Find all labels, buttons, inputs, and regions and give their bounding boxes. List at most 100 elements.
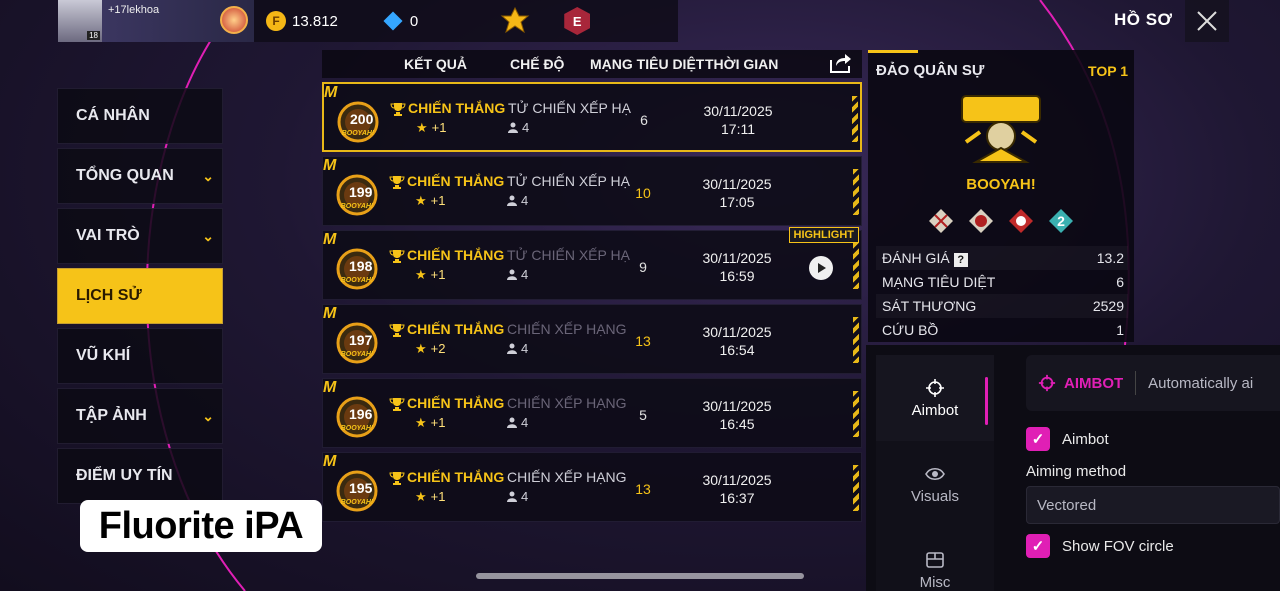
- match-clock: 16:45: [719, 416, 755, 432]
- squad-count: 4: [521, 267, 529, 282]
- star-icon: ★: [415, 193, 427, 208]
- match-mode: TỬ CHIẾN XẾP HẠ: [507, 173, 630, 189]
- close-icon: [1197, 11, 1217, 31]
- aiming-method-label: Aiming method: [1026, 463, 1127, 480]
- highlight-badge[interactable]: HIGHLIGHT: [788, 227, 859, 243]
- trophy-icon: [389, 176, 405, 189]
- match-result: CHIẾN THẮNG: [407, 247, 505, 263]
- share-icon[interactable]: [828, 52, 852, 74]
- award-badge-icon: [969, 209, 993, 233]
- row-stripe: [853, 465, 859, 511]
- match-number: 197: [349, 332, 373, 348]
- squad-size: 4: [507, 267, 528, 282]
- booyah-label: BOOYAH!: [966, 176, 1036, 193]
- rank-e-icon[interactable]: E: [564, 7, 591, 35]
- match-mode: TỬ CHIẾN XẾP HẠ: [508, 100, 631, 116]
- match-mode: CHIẾN XẾP HẠNG: [507, 395, 627, 411]
- sidebar-item-personal[interactable]: CÁ NHÂN: [57, 88, 223, 144]
- squad-count: 4: [521, 489, 529, 504]
- match-detail-panel: ĐẢO QUÂN SỰ TOP 1 BOOYAH! 2 ĐÁNH GIÁ? 13…: [868, 50, 1134, 342]
- fov-circle-toggle[interactable]: ✓ Show FOV circle: [1026, 534, 1280, 558]
- match-result: CHIẾN THẮNG: [407, 469, 505, 485]
- match-clock: 17:05: [719, 194, 755, 210]
- match-stats: ĐÁNH GIÁ? 13.2 MẠNG TIÊU DIỆT 6 SÁT THƯƠ…: [876, 246, 1128, 342]
- match-row[interactable]: M 199 BOOYAH! CHIẾN THẮNG ★ +1 TỬ CHIẾN X…: [322, 156, 862, 226]
- sidebar-item-label: TẬP ẢNH: [76, 407, 147, 424]
- match-result: CHIẾN THẮNG: [407, 173, 505, 189]
- tab-aimbot[interactable]: Aimbot: [876, 355, 994, 441]
- section-title: AIMBOT: [1064, 374, 1124, 392]
- star-change: +2: [430, 341, 446, 356]
- checkbox-checked-icon[interactable]: ✓: [1026, 427, 1050, 451]
- match-clock: 16:37: [719, 490, 755, 506]
- match-time: 30/11/2025 16:54: [689, 323, 785, 359]
- sidebar-item-label: VAI TRÒ: [76, 227, 140, 244]
- play-icon[interactable]: [809, 256, 833, 280]
- match-kills: 13: [635, 333, 651, 349]
- star-icon: ★: [415, 415, 427, 430]
- star-change: +1: [431, 120, 447, 135]
- row-stripe: [853, 317, 859, 363]
- help-icon[interactable]: ?: [953, 252, 968, 267]
- match-time: 30/11/2025 16:59: [689, 249, 785, 285]
- stat-row-kills: MẠNG TIÊU DIỆT 6: [876, 270, 1128, 294]
- sidebar-item-overview[interactable]: TỔNG QUAN ⌄: [57, 148, 223, 204]
- tab-label: Misc: [919, 573, 951, 591]
- sidebar-item-history[interactable]: LỊCH SỬ: [57, 268, 223, 324]
- match-row[interactable]: M 197 BOOYAH! CHIẾN THẮNG ★ +2 CHIẾN XẾP …: [322, 304, 862, 374]
- player-level: 18: [87, 31, 100, 40]
- gold-coin-icon: F: [266, 11, 286, 31]
- chevron-down-icon: ⌄: [202, 407, 214, 424]
- top-bar: 18 +17lekhoa F 13.812 0 E: [58, 0, 678, 42]
- match-number: 196: [349, 406, 373, 422]
- home-indicator[interactable]: [476, 573, 804, 579]
- sidebar-item-label: ĐIỂM UY TÍN: [76, 467, 173, 484]
- award-row: 2: [928, 208, 1074, 234]
- award-badge-icon: [929, 209, 953, 233]
- tab-misc[interactable]: Misc: [876, 527, 994, 591]
- person-icon: [507, 417, 517, 428]
- person-icon: [507, 491, 517, 502]
- person-icon: [507, 195, 517, 206]
- star-change: +1: [430, 267, 446, 282]
- tab-visuals[interactable]: Visuals: [876, 441, 994, 527]
- trophy-icon: [390, 103, 406, 116]
- stat-value: 6: [1116, 274, 1124, 290]
- match-date: 30/11/2025: [703, 103, 773, 119]
- aiming-method-select[interactable]: Vectored: [1026, 486, 1280, 524]
- match-clock: 16:54: [719, 342, 755, 358]
- tab-label: Visuals: [910, 487, 960, 505]
- aimbot-toggle[interactable]: ✓ Aimbot: [1026, 427, 1280, 451]
- sidebar-item-reputation[interactable]: ĐIỂM UY TÍN: [57, 448, 223, 504]
- rank-stars: ★ +1: [416, 120, 446, 136]
- trophy-icon: [389, 472, 405, 485]
- stat-label: MẠNG TIÊU DIỆT: [882, 274, 996, 290]
- medal-caption: BOOYAH!: [340, 277, 374, 284]
- player-card[interactable]: +17lekhoa: [102, 0, 254, 42]
- match-row[interactable]: M 196 BOOYAH! CHIẾN THẮNG ★ +1 CHIẾN XẾP …: [322, 378, 862, 448]
- match-row[interactable]: M 200 BOOYAH! CHIẾN THẮNG ★ +1 TỬ CHIẾN X…: [322, 82, 862, 152]
- close-button[interactable]: [1185, 0, 1229, 42]
- row-stripe: [853, 243, 859, 289]
- booyah-trophy-icon: [961, 95, 1041, 163]
- match-row[interactable]: M 198 BOOYAH! CHIẾN THẮNG ★ +1 TỬ CHIẾN X…: [322, 227, 862, 300]
- match-result: CHIẾN THẮNG: [407, 395, 505, 411]
- medal-caption: BOOYAH!: [340, 351, 374, 358]
- match-row[interactable]: M 195 BOOYAH! CHIẾN THẮNG ★ +1 CHIẾN XẾP …: [322, 452, 862, 522]
- sidebar-item-album[interactable]: TẬP ẢNH ⌄: [57, 388, 223, 444]
- header-time: THỜI GIAN: [705, 56, 779, 72]
- person-icon: [507, 269, 517, 280]
- sidebar-item-weapons[interactable]: VŨ KHÍ: [57, 328, 223, 384]
- checkbox-checked-icon[interactable]: ✓: [1026, 534, 1050, 558]
- match-date: 30/11/2025: [702, 472, 772, 488]
- gold-amount: 13.812: [292, 12, 338, 30]
- stat-value: 1: [1116, 322, 1124, 338]
- star-change: +1: [430, 489, 446, 504]
- squad-size: 4: [507, 341, 528, 356]
- player-avatar[interactable]: 18: [58, 0, 102, 42]
- checkbox-label: Show FOV circle: [1062, 537, 1174, 555]
- sidebar-item-label: TỔNG QUAN: [76, 167, 174, 184]
- sidebar-item-roles[interactable]: VAI TRÒ ⌄: [57, 208, 223, 264]
- match-number: 198: [349, 258, 373, 274]
- gold-rank-icon[interactable]: [498, 6, 532, 36]
